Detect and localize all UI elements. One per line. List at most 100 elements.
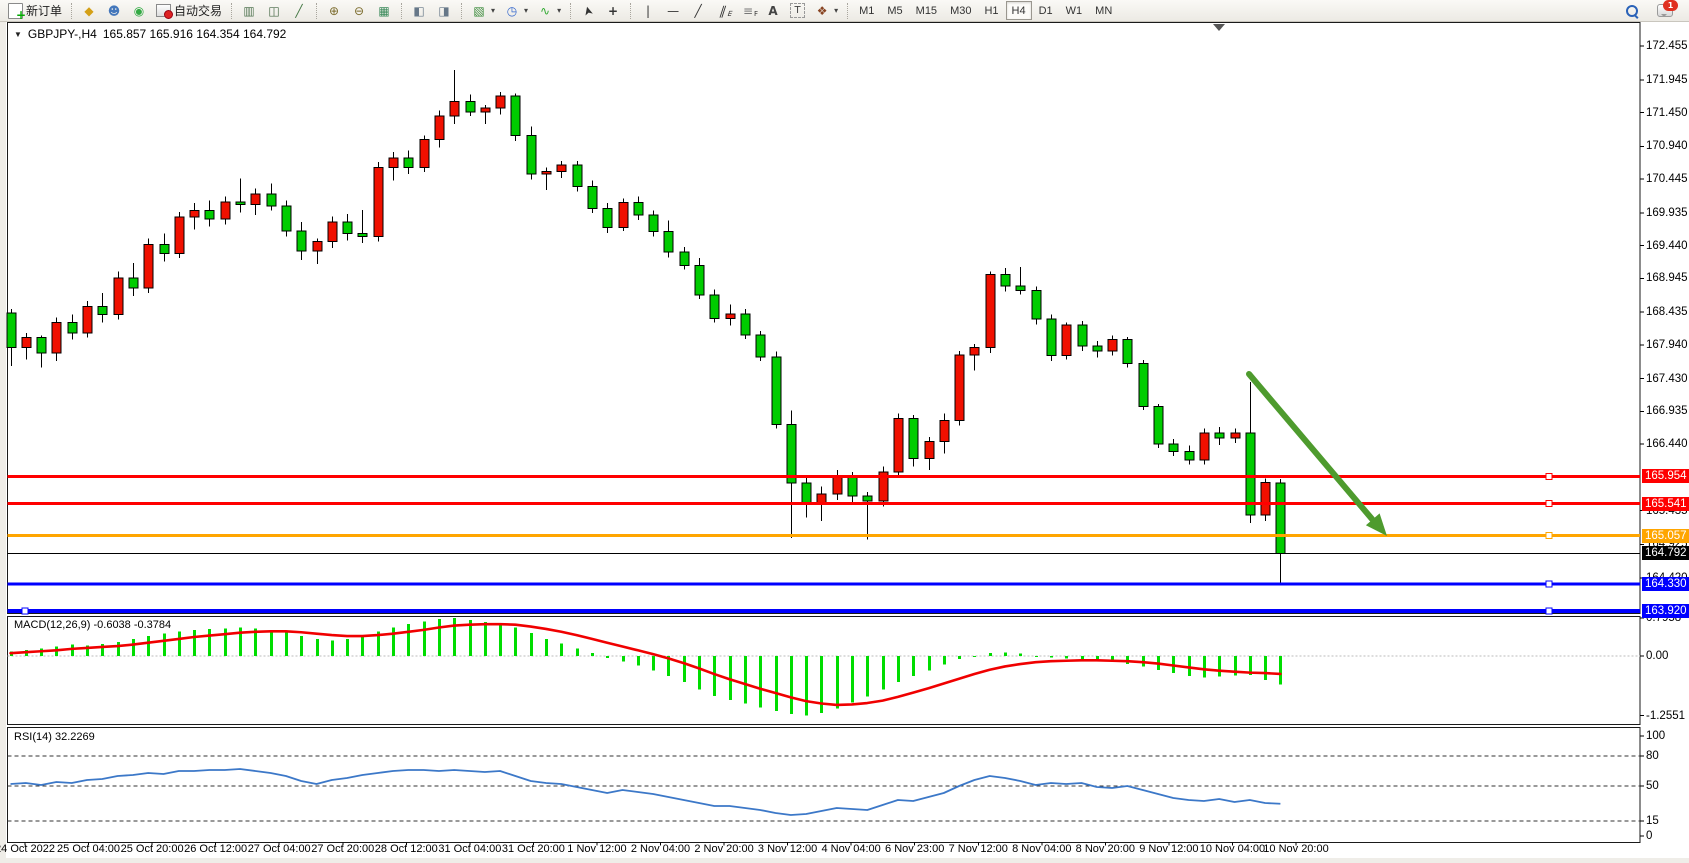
auto-arrange-icon: ◧ [411, 3, 427, 19]
trendline-icon: ╱ [690, 3, 706, 19]
trendline-button[interactable]: ╱ [686, 0, 710, 21]
chart-canvas[interactable] [6, 22, 1689, 858]
arrows-button[interactable]: ❖▾ [810, 0, 842, 21]
timeframe-button-h4[interactable]: H4 [1006, 1, 1032, 20]
time-axis-label: 26 Oct 12:00 [184, 843, 247, 855]
price-badge-165.541: 165.541 [1642, 497, 1689, 511]
price-axis-label: 167.940 [1646, 338, 1689, 352]
bar-chart-button[interactable]: ▥ [237, 0, 261, 21]
cursor-button[interactable]: ➤ [576, 0, 600, 21]
signals-icon-button[interactable]: ◉ [127, 0, 151, 21]
autotrade-button[interactable]: 自动交易 [152, 0, 226, 21]
candle-chart-icon: ◫ [266, 3, 282, 19]
auto-arrange-button[interactable]: ◧ [407, 0, 431, 21]
macd-indicator-label: MACD(12,26,9) -0.6038 -0.3784 [14, 619, 171, 631]
price-badge-164.330: 164.330 [1642, 577, 1689, 591]
line-anchor[interactable] [1546, 533, 1552, 539]
candle-body [1062, 325, 1071, 355]
macd-axis-label: -1.2551 [1646, 709, 1689, 723]
time-axis-label: 28 Oct 12:00 [375, 843, 438, 855]
new-chart-button[interactable]: ▧▾ [467, 0, 499, 21]
notification-badge: 1 [1663, 0, 1678, 11]
timeframe-button-m5[interactable]: M5 [881, 1, 908, 20]
rsi-pane[interactable] [8, 728, 1641, 843]
zoom-out-icon: ⊖ [351, 3, 367, 19]
price-badge-165.057: 165.057 [1642, 529, 1689, 543]
tile-windows-icon: ▦ [376, 3, 392, 19]
candle-chart-button[interactable]: ◫ [262, 0, 286, 21]
candle-body [1154, 406, 1163, 444]
zoom-out-button[interactable]: ⊖ [347, 0, 371, 21]
channel-button[interactable]: ∥E [711, 0, 735, 21]
main-pane[interactable] [8, 23, 1641, 614]
time-axis-label: 27 Oct 04:00 [248, 843, 311, 855]
price-badge-164.792: 164.792 [1642, 546, 1689, 560]
text-button[interactable]: A [761, 0, 785, 21]
candle-body [573, 165, 582, 187]
candle-body [435, 116, 444, 140]
timeframe-button-mn[interactable]: MN [1089, 1, 1118, 20]
one-click-collapse-icon[interactable]: ▼ [14, 30, 22, 39]
time-axis-label: 10 Nov 04:00 [1200, 843, 1265, 855]
fibonacci-button[interactable]: ≡F [736, 0, 760, 21]
time-axis-label: 1 Nov 12:00 [567, 843, 626, 855]
candle-body [940, 420, 949, 441]
candle-body [1093, 346, 1102, 351]
arrange-windows-button[interactable]: ◨ [432, 0, 456, 21]
line-chart-button[interactable]: ╱ [287, 0, 311, 21]
price-axis-label: 171.945 [1646, 73, 1689, 87]
zoom-in-button[interactable]: ⊕ [322, 0, 346, 21]
tile-windows-button[interactable]: ▦ [372, 0, 396, 21]
price-axis-label: 170.445 [1646, 172, 1689, 186]
period-button[interactable]: ◷▾ [500, 0, 532, 21]
price-axis-label: 167.430 [1646, 372, 1689, 386]
timeframe-button-d1[interactable]: D1 [1033, 1, 1059, 20]
candle-body [1123, 340, 1132, 364]
timeframe-button-m30[interactable]: M30 [944, 1, 977, 20]
candle-body [1047, 319, 1056, 355]
crosshair-button[interactable]: + [601, 0, 625, 21]
candle-body [1276, 483, 1285, 554]
vline-icon: | [640, 3, 656, 19]
signals-icon: ◉ [131, 3, 147, 19]
candle-body [710, 295, 719, 318]
line-anchor[interactable] [1546, 581, 1552, 587]
timeframe-button-m1[interactable]: M1 [853, 1, 880, 20]
fibo-icon: ≡F [740, 3, 756, 19]
candle-body [129, 278, 138, 288]
line-anchor[interactable] [22, 608, 28, 614]
profile-icon: ☻ [106, 3, 122, 19]
candle-body [603, 209, 612, 228]
toolbar: 新订单◆☻◉自动交易▥◫╱⊕⊖▦◧◨▧▾◷▾∿▾➤+|—╱∥E≡FAT❖▾M1M… [0, 0, 1689, 22]
candle-body [22, 338, 31, 348]
horizontal-line-button[interactable]: — [661, 0, 685, 21]
chat-button[interactable]: 1 [1653, 0, 1677, 21]
timeframe-button-m15[interactable]: M15 [910, 1, 943, 20]
new-order-button-label: 新订单 [26, 2, 62, 19]
candle-body [420, 140, 429, 168]
charts-icon-button[interactable]: ◆ [77, 0, 101, 21]
line-anchor[interactable] [1546, 501, 1552, 507]
chart-ohlc-values: 165.857 165.916 164.354 164.792 [103, 27, 287, 41]
text-label-button[interactable]: T [786, 0, 809, 21]
zoom-in-icon: ⊕ [326, 3, 342, 19]
candle-body [343, 222, 352, 234]
candle-body [664, 232, 673, 253]
line-anchor[interactable] [1546, 473, 1552, 479]
timeframe-button-h1[interactable]: H1 [978, 1, 1004, 20]
new-order-button[interactable]: 新订单 [4, 0, 66, 21]
profile-icon-button[interactable]: ☻ [102, 0, 126, 21]
timeframe-button-w1[interactable]: W1 [1060, 1, 1089, 20]
candle-body [450, 101, 459, 116]
indicators-button[interactable]: ∿▾ [533, 0, 565, 21]
time-axis-label: 10 Nov 20:00 [1263, 843, 1328, 855]
candle-body [221, 202, 230, 219]
chart-window[interactable]: ▼ GBPJPY-,H4 165.857 165.916 164.354 164… [6, 22, 1689, 858]
arrange-windows-icon: ◨ [436, 3, 452, 19]
line-anchor[interactable] [1546, 608, 1552, 614]
new-order-icon [8, 3, 23, 19]
candle-body [98, 306, 107, 314]
rsi-axis-label: 15 [1646, 814, 1689, 828]
search-button[interactable] [1621, 0, 1643, 21]
vertical-line-button[interactable]: | [636, 0, 660, 21]
